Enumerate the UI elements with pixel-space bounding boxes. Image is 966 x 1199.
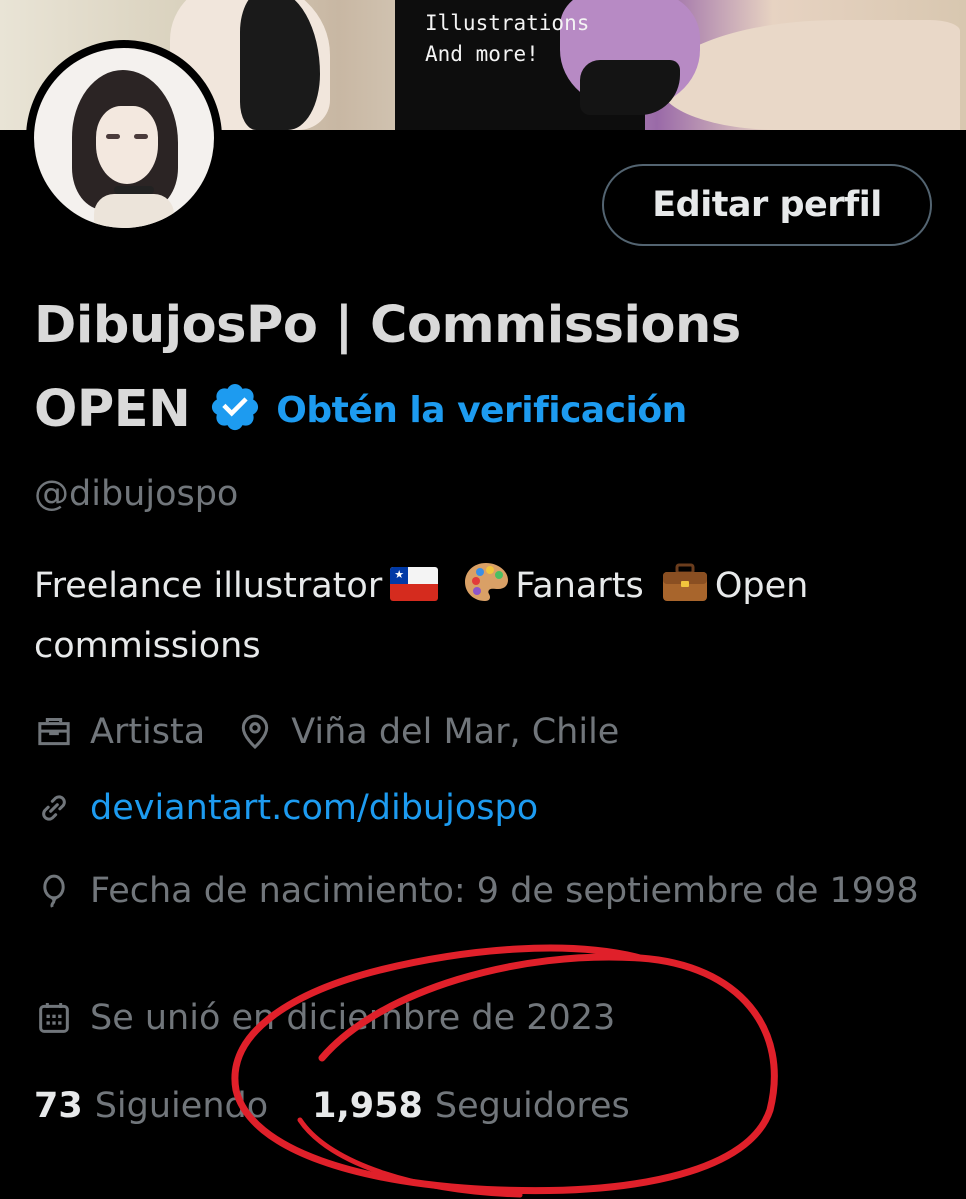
profile-meta-row: Artista Viña del Mar, Chile (34, 712, 619, 752)
banner-art (240, 0, 320, 130)
join-date: Se unió en diciembre de 2023 (90, 998, 616, 1038)
profile-joined-row: Se unió en diciembre de 2023 (34, 998, 615, 1038)
banner-art (660, 20, 960, 130)
display-name: DibujosPo | Commissions OPEN Obtén la ver… (34, 284, 934, 453)
banner-text-line: And more! (425, 42, 539, 66)
profile-birthdate-row: Fecha de nacimiento: 9 de septiembre de … (34, 862, 924, 920)
chile-flag-icon: ★ (390, 567, 439, 601)
birthdate: Fecha de nacimiento: 9 de septiembre de … (90, 871, 919, 911)
username-handle: @dibujospo (34, 474, 239, 514)
get-verified-link[interactable]: Obtén la verificación (276, 390, 687, 431)
link-icon (42, 795, 66, 821)
bio-text: Fanarts (515, 566, 644, 606)
following-count: 73 (34, 1086, 83, 1126)
follow-stats: 73 Siguiendo 1,958 Seguidores (34, 1086, 630, 1126)
location-pin-icon (242, 714, 269, 750)
banner-text-line: Illustrations (425, 11, 590, 35)
followers-link[interactable]: 1,958 Seguidores (312, 1086, 630, 1126)
following-link[interactable]: 73 Siguiendo (34, 1086, 268, 1126)
display-name-line2: OPEN (34, 380, 191, 439)
banner-text: Illustrations And more! (425, 8, 589, 70)
palette-icon (465, 563, 509, 601)
profession: Artista (90, 712, 206, 752)
display-name-line1: DibujosPo | Commissions (34, 296, 741, 355)
following-label: Siguiendo (94, 1086, 269, 1126)
briefcase-emoji-icon (662, 563, 707, 601)
followers-count: 1,958 (312, 1086, 423, 1126)
profile-bio: Freelance illustrator ★ Fanarts Open comm… (34, 556, 944, 676)
followers-label: Seguidores (434, 1086, 630, 1126)
edit-profile-button[interactable]: Editar perfil (602, 164, 932, 246)
location: Viña del Mar, Chile (291, 712, 620, 752)
banner-art (580, 60, 680, 115)
briefcase-icon (38, 718, 70, 746)
website-link[interactable]: deviantart.com/dibujospo (90, 788, 538, 828)
profile-website-row: deviantart.com/dibujospo (34, 788, 538, 828)
profile-avatar[interactable] (26, 40, 222, 236)
verified-badge-icon[interactable] (208, 380, 262, 434)
calendar-icon (39, 1003, 69, 1033)
balloon-icon (43, 874, 65, 908)
avatar-image (34, 48, 214, 228)
bio-text: Freelance illustrator (34, 566, 383, 606)
